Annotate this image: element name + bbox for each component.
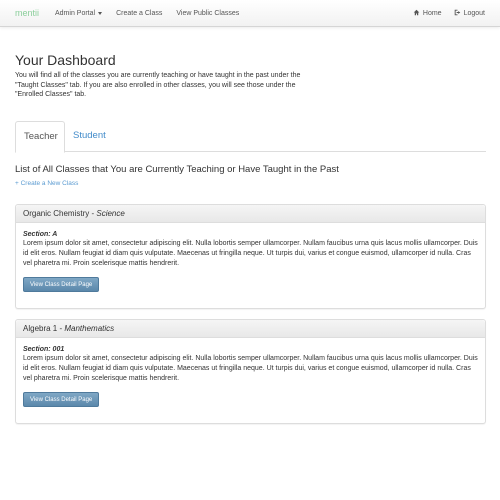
brand-logo[interactable]: mentii <box>15 8 55 18</box>
nav-create-class[interactable]: Create a Class <box>116 10 162 17</box>
create-class-link[interactable]: + Create a New Class <box>15 180 78 187</box>
home-icon <box>413 9 420 18</box>
nav-logout[interactable]: Logout <box>454 9 485 18</box>
class-panel: Organic Chemistry - Science Section: A L… <box>15 204 486 309</box>
class-panel-body: Section: 001 Lorem ipsum dolor sit amet,… <box>16 338 485 415</box>
view-class-detail-button[interactable]: View Class Detail Page <box>23 277 100 293</box>
tab-student[interactable]: Student <box>65 121 114 152</box>
class-panel-heading: Organic Chemistry - Science <box>16 205 485 223</box>
class-section: Section: A <box>23 231 58 238</box>
nav-home[interactable]: Home <box>413 9 442 18</box>
view-class-detail-button[interactable]: View Class Detail Page <box>23 392 100 408</box>
nav-home-label: Home <box>422 10 442 17</box>
class-name: Organic Chemistry <box>23 209 90 218</box>
nav-right: Home Logout <box>401 0 485 27</box>
tab-teacher[interactable]: Teacher <box>15 121 65 153</box>
class-list-title: List of All Classes that You are Current… <box>15 164 339 175</box>
nav-admin-portal-label: Admin Portal <box>55 9 96 17</box>
create-class-link-label: Create a New Class <box>20 180 79 187</box>
caret-down-icon <box>98 11 103 15</box>
class-panel: Algebra 1 - Manthematics Section: 001 Lo… <box>15 319 486 424</box>
class-section: Section: 001 <box>23 346 65 353</box>
navbar: mentii Admin Portal Create a Class View … <box>0 0 500 27</box>
class-subject: Science <box>96 209 125 218</box>
class-description: Lorem ipsum dolor sit amet, consectetur … <box>23 240 478 267</box>
nav-view-public-classes[interactable]: View Public Classes <box>176 10 239 17</box>
intro-text: You will find all of the classes you are… <box>15 72 301 98</box>
class-subject: Manthematics <box>64 324 115 333</box>
class-panel-heading: Algebra 1 - Manthematics <box>16 320 485 338</box>
logout-icon <box>454 9 461 18</box>
class-description: Lorem ipsum dolor sit amet, consectetur … <box>23 355 478 382</box>
nav-admin-portal[interactable]: Admin Portal <box>55 9 103 17</box>
class-panel-body: Section: A Lorem ipsum dolor sit amet, c… <box>16 223 485 300</box>
class-name: Algebra 1 <box>23 324 58 333</box>
tab-bar: Teacher Student <box>15 121 486 153</box>
page-title: Your Dashboard <box>15 52 116 68</box>
nav-logout-label: Logout <box>463 10 485 17</box>
